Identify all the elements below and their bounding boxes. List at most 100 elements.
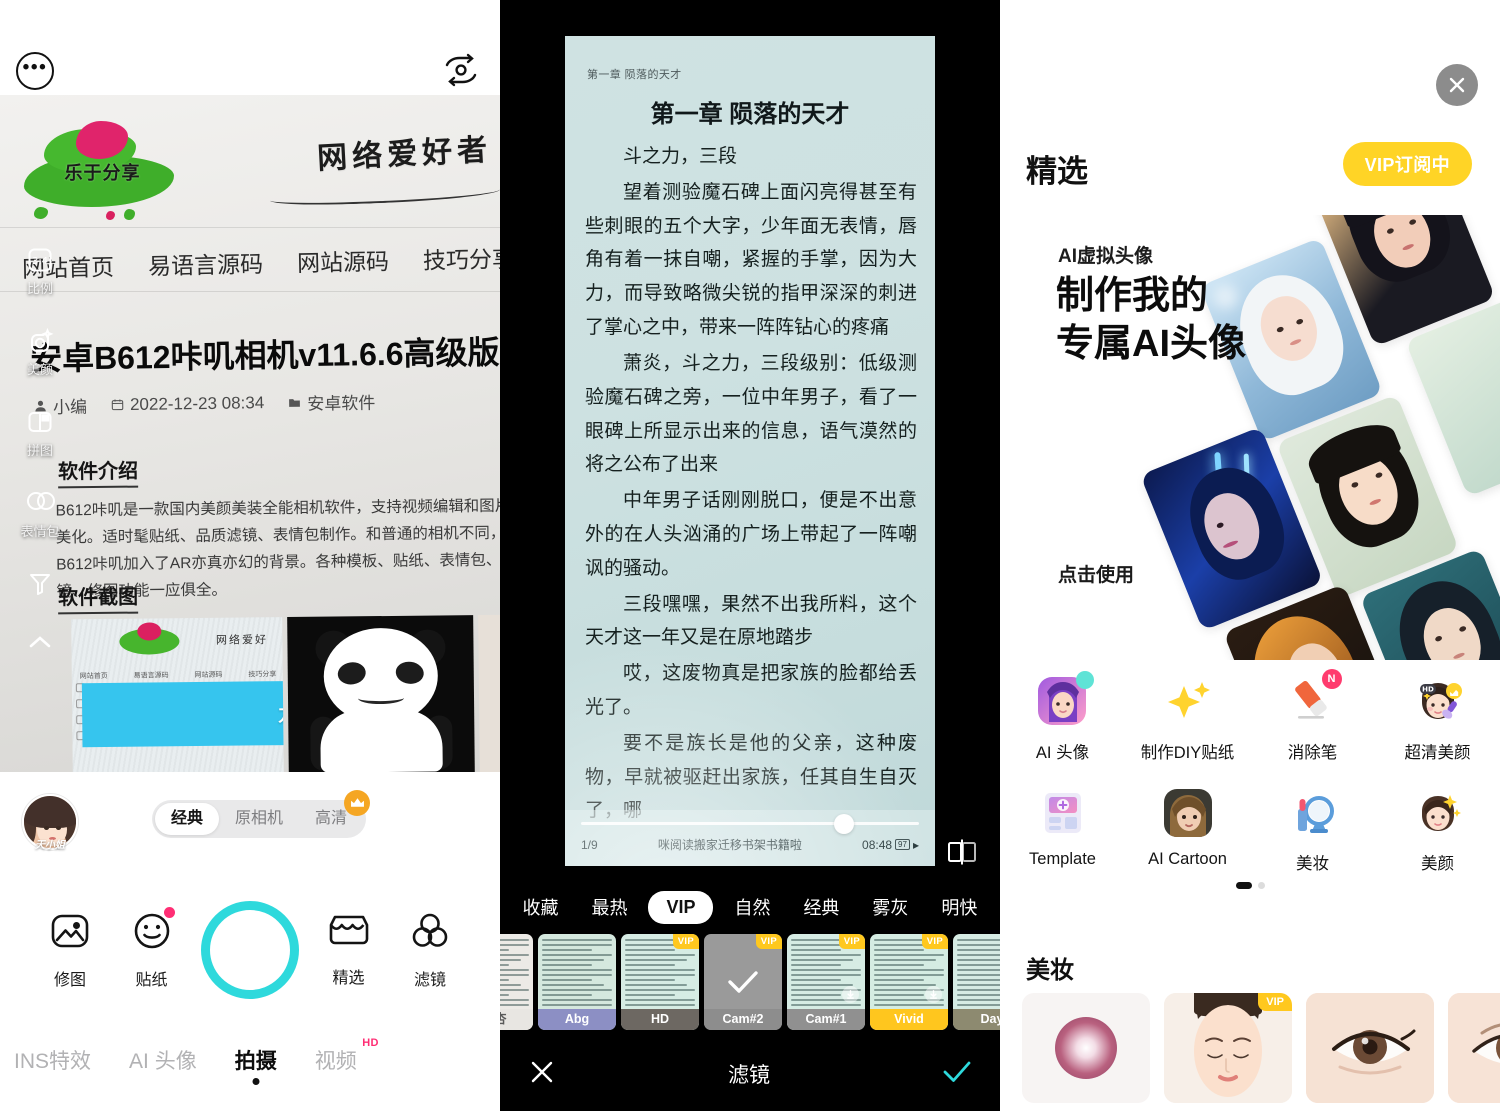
- split-view-icon[interactable]: [944, 838, 980, 866]
- reading-progress-slider[interactable]: [581, 814, 919, 834]
- filter-thumb[interactable]: VIP Cam#1: [787, 934, 865, 1030]
- paragraph: 三段嘿嘿，果然不出我所料，这个天才这一年又是在原地踏步: [585, 592, 917, 649]
- camera-viewfinder[interactable]: 乐于分享 网络爱好者 网站首页 易语言源码 网站源码 技巧分享 宅客 安卓B61…: [0, 95, 500, 772]
- eye-preview-1: [1306, 993, 1434, 1103]
- edit-photo-icon: [49, 910, 91, 957]
- nav-item[interactable]: 技巧分享: [423, 240, 500, 276]
- pager-dot-active[interactable]: [1235, 882, 1252, 889]
- tile-ai-cartoon[interactable]: AI Cartoon: [1125, 779, 1250, 874]
- chapter-title: 第一章 陨落的天才: [650, 101, 850, 128]
- filter-tab-natural[interactable]: 自然: [722, 888, 782, 926]
- filter-thumb-selected[interactable]: VIP Cam#2: [704, 934, 782, 1030]
- more-dots-icon[interactable]: •••: [16, 52, 54, 90]
- side-tool-funnel[interactable]: [26, 570, 54, 598]
- filter-name: Vivid: [870, 1009, 948, 1030]
- handwriting-text: 网络爱好者: [316, 133, 493, 176]
- filter-thumb[interactable]: Abg: [538, 934, 616, 1030]
- filter-thumb[interactable]: VIP Vivid: [870, 934, 948, 1030]
- tile-ai-avatar[interactable]: AI 头像: [1000, 668, 1125, 763]
- camera-mode-selector[interactable]: 经典 原相机 高清: [152, 790, 371, 838]
- tile-makeup[interactable]: 美妆: [1250, 779, 1375, 874]
- nav-item[interactable]: 网站源码: [297, 242, 390, 278]
- tile-beauty[interactable]: 美颜: [1375, 779, 1500, 874]
- side-tool-beauty[interactable]: 美颜: [26, 327, 54, 378]
- tool-featured[interactable]: 精选: [317, 912, 381, 988]
- hd-badge: HD: [362, 1037, 379, 1049]
- close-button[interactable]: [1436, 64, 1478, 106]
- mode-classic[interactable]: 经典: [155, 803, 220, 835]
- tile-label: 超清美颜: [1404, 744, 1471, 762]
- mini-nav: 网站首页 易语言源码 网站源码 技巧分享: [79, 671, 277, 681]
- page-indicator: 1/9: [581, 837, 598, 852]
- funnel-icon: [26, 570, 54, 598]
- side-tool-stickerpack[interactable]: 表情包: [20, 489, 60, 540]
- filter-tab-favorites[interactable]: 收藏: [510, 888, 570, 926]
- close-x-icon: [1449, 77, 1465, 93]
- nav-item[interactable]: 易语言源码: [148, 245, 264, 281]
- makeup-card-full-face[interactable]: VIP: [1164, 993, 1292, 1103]
- camera-side-toolbar: 3:4 比例 美颜 拼图 表情包: [12, 246, 68, 660]
- side-tool-label: 拼图: [26, 443, 53, 458]
- download-icon[interactable]: [842, 986, 859, 1003]
- tile-label: AI Cartoon: [1148, 850, 1227, 868]
- side-tool-collage[interactable]: 拼图: [26, 408, 54, 459]
- paragraph: 斗之力，三段: [623, 145, 738, 167]
- tab-video[interactable]: 视频 HD: [314, 1037, 379, 1085]
- filter-thumb[interactable]: VIP HD: [621, 934, 699, 1030]
- filter-thumb[interactable]: VIP Day: [953, 934, 1000, 1030]
- makeup-card-row[interactable]: VIP: [1022, 993, 1500, 1103]
- pager-dot[interactable]: [1257, 882, 1265, 889]
- new-badge-dot: [163, 907, 175, 918]
- tile-template[interactable]: Template: [1000, 779, 1125, 874]
- site-nav[interactable]: 网站首页 易语言源码 网站源码 技巧分享 宅客: [0, 240, 500, 285]
- vip-subscribe-button[interactable]: VIP订阅中: [1342, 142, 1472, 186]
- shutter-button[interactable]: [201, 901, 299, 999]
- makeup-card-eyeliner-1[interactable]: [1306, 993, 1434, 1103]
- battery-level: 97: [895, 839, 910, 850]
- avatar-name: 天小姐: [35, 840, 65, 851]
- cancel-button[interactable]: [528, 1058, 556, 1091]
- filter-tab-foggrey[interactable]: 雾灰: [860, 888, 920, 926]
- panda-meme-icon: [305, 627, 456, 772]
- filter-tab-hottest[interactable]: 最热: [579, 888, 639, 926]
- filter-thumb[interactable]: 浅杏: [500, 934, 533, 1030]
- tab-ins-effects[interactable]: INS特效: [14, 1045, 91, 1085]
- tool-filter[interactable]: 滤镜: [398, 910, 462, 990]
- tab-ai-avatar[interactable]: AI 头像: [129, 1045, 197, 1085]
- mode-original[interactable]: 原相机: [219, 803, 299, 835]
- banner-cta: 点击使用: [1058, 565, 1135, 586]
- filter-tab-vip[interactable]: VIP: [648, 890, 714, 924]
- paragraph: 萧炎，斗之力，三段级别：低级测验魔石碑之旁，一位中年男子，看了一眼碑上所显示出来…: [585, 351, 917, 476]
- ai-cartoon-icon: [1160, 785, 1216, 841]
- tab-label: 视频: [314, 1050, 357, 1073]
- ebook-page-preview[interactable]: 第一章 陨落的天才 第一章 陨落的天才 斗之力，三段 望着测验魔石碑上面闪亮得甚…: [565, 36, 935, 866]
- site-logo: 乐于分享: [14, 115, 179, 220]
- makeup-card-contact-lens[interactable]: [1022, 993, 1150, 1103]
- tile-row-1: AI 头像 制作DIY贴纸 N 消除笔 HD 超清美颜: [1000, 668, 1500, 763]
- tool-stickers[interactable]: 贴纸: [120, 907, 184, 990]
- tile-pager[interactable]: [1000, 882, 1500, 889]
- progress-knob[interactable]: [834, 814, 854, 834]
- filter-tab-bright[interactable]: 明快: [929, 888, 989, 926]
- featured-shop-icon: [327, 912, 371, 955]
- tile-diy-sticker[interactable]: 制作DIY贴纸: [1125, 668, 1250, 763]
- filter-tab-classic[interactable]: 经典: [791, 888, 851, 926]
- tile-eraser-pen[interactable]: N 消除笔: [1250, 668, 1375, 763]
- profile-avatar-button[interactable]: 天小姐: [22, 794, 78, 867]
- side-tool-collapse[interactable]: [26, 632, 54, 660]
- shop-banner-text: 刀妹潮牌店铺: [278, 704, 284, 725]
- filter-name: HD: [621, 1009, 699, 1030]
- camera-flip-icon[interactable]: [441, 53, 481, 87]
- confirm-button[interactable]: [942, 1059, 972, 1090]
- tab-capture[interactable]: 拍摄: [235, 1045, 277, 1085]
- makeup-card-eyeliner-2[interactable]: [1448, 993, 1500, 1103]
- tool-edit-photo[interactable]: 修图: [38, 910, 102, 990]
- side-tool-ratio[interactable]: 3:4 比例: [26, 246, 54, 297]
- tile-hd-beauty[interactable]: HD 超清美颜: [1375, 668, 1500, 763]
- filter-thumbnail-strip[interactable]: 浅杏 Abg VIP HD VIP Cam#2: [500, 932, 1000, 1032]
- ai-avatar-banner[interactable]: AI虚拟头像 制作我的 专属AI头像 点击使用: [1000, 215, 1500, 660]
- shop-banner-sub: 潮物 / 多厂 / 直播: [82, 726, 283, 741]
- category-meta: 安卓软件: [288, 389, 375, 415]
- download-icon[interactable]: [925, 986, 942, 1003]
- more-dots-glyph: •••: [22, 56, 48, 78]
